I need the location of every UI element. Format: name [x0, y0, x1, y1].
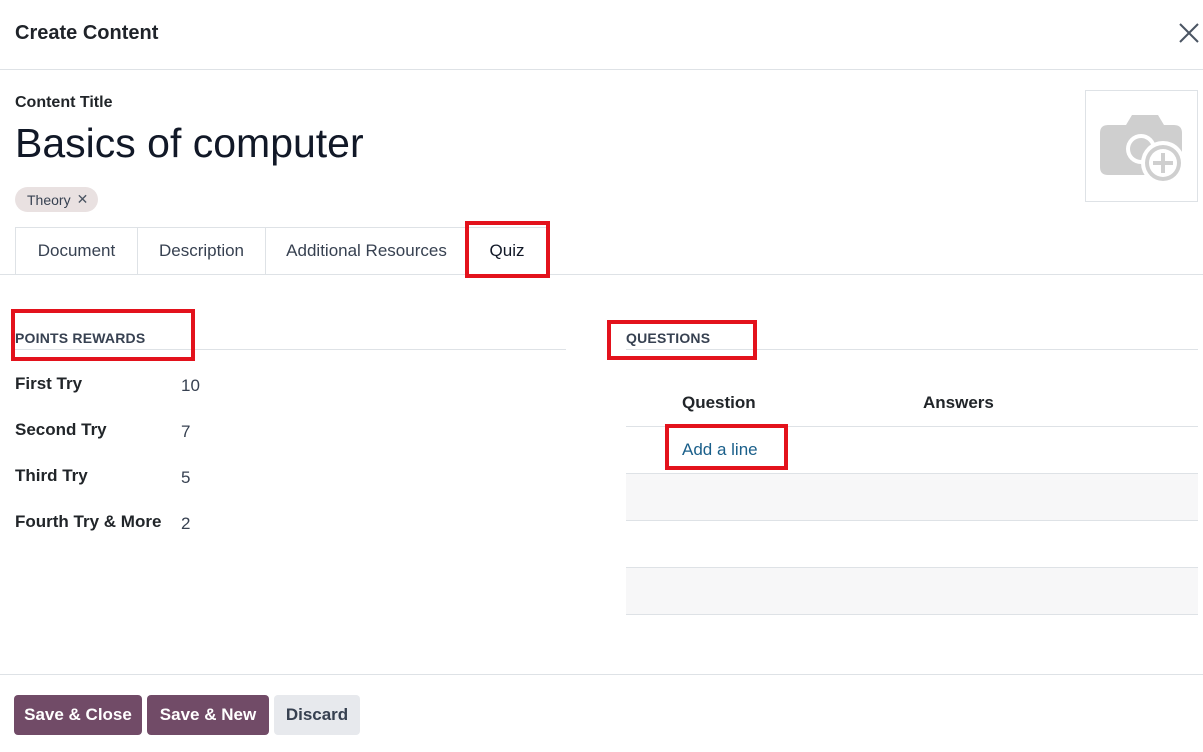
- camera-plus-icon: [1100, 115, 1185, 185]
- content-title-input[interactable]: Basics of computer: [15, 120, 364, 167]
- table-row-divider: [626, 614, 1198, 615]
- fourth-try-value[interactable]: 2: [181, 514, 190, 534]
- form-tabs: Document Description Additional Resource…: [15, 227, 547, 275]
- points-rewards-divider: [15, 349, 566, 350]
- points-rewards-title: POINTS REWARDS: [15, 330, 146, 346]
- third-try-label: Third Try: [15, 466, 88, 485]
- tab-additional-resources[interactable]: Additional Resources: [265, 227, 467, 275]
- add-a-line-link[interactable]: Add a line: [682, 440, 758, 460]
- tab-document[interactable]: Document: [15, 227, 137, 275]
- fourth-try-label: Fourth Try & More: [15, 512, 162, 531]
- content-title-label: Content Title: [15, 94, 113, 111]
- answers-column-header[interactable]: Answers: [923, 393, 994, 413]
- close-icon[interactable]: [1176, 20, 1202, 46]
- footer-divider: [0, 674, 1203, 675]
- tab-quiz[interactable]: Quiz: [467, 227, 547, 275]
- first-try-value[interactable]: 10: [181, 376, 200, 396]
- first-try-label: First Try: [15, 374, 83, 393]
- table-header-divider: [626, 426, 1198, 427]
- questions-title: QUESTIONS: [626, 330, 711, 346]
- modal-header: Create Content: [0, 0, 1203, 70]
- tag-theory: Theory ✕: [15, 187, 99, 212]
- second-try-value[interactable]: 7: [181, 422, 190, 442]
- table-row-divider: [626, 520, 1198, 521]
- image-upload[interactable]: [1085, 90, 1198, 202]
- table-row: [626, 568, 1198, 614]
- questions-divider: [626, 349, 1198, 350]
- table-row: [626, 474, 1198, 520]
- discard-button[interactable]: Discard: [274, 695, 360, 735]
- third-try-value[interactable]: 5: [181, 468, 190, 488]
- save-close-button[interactable]: Save & Close: [14, 695, 142, 735]
- second-try-label: Second Try: [15, 420, 107, 439]
- save-new-button[interactable]: Save & New: [147, 695, 269, 735]
- tab-description[interactable]: Description: [137, 227, 265, 275]
- modal-title: Create Content: [15, 22, 159, 44]
- question-column-header[interactable]: Question: [682, 393, 756, 413]
- tag-label: Theory: [27, 191, 71, 208]
- x-icon[interactable]: ✕: [77, 191, 89, 208]
